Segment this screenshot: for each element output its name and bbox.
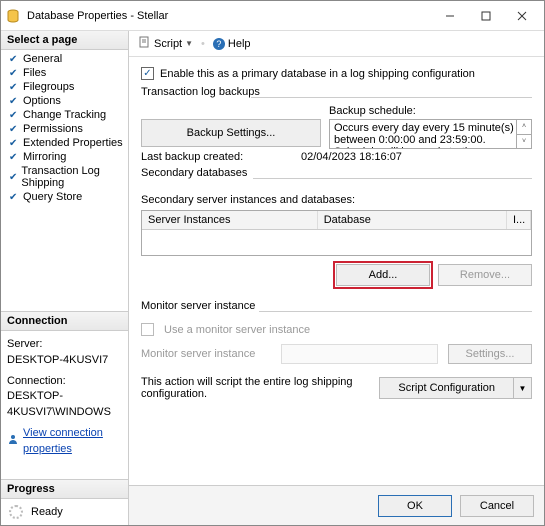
page-options[interactable]: ✔Options (1, 94, 128, 108)
help-icon: ? (213, 38, 225, 50)
help-button[interactable]: ? Help (209, 36, 255, 52)
page-change-tracking[interactable]: ✔Change Tracking (1, 108, 128, 122)
page-files[interactable]: ✔Files (1, 66, 128, 80)
connection-header: Connection (1, 312, 128, 331)
person-icon (7, 433, 19, 450)
sidebar: Select a page ✔General ✔Files ✔Filegroup… (1, 31, 129, 525)
grid-col-database[interactable]: Database (318, 211, 507, 229)
connection-label: Connection: (7, 374, 122, 389)
page-transaction-log-shipping[interactable]: ✔Transaction Log Shipping (1, 164, 128, 190)
db-icon (5, 8, 21, 24)
script-note: This action will script the entire log s… (141, 376, 379, 400)
remove-button: Remove... (438, 264, 532, 286)
page-extended-properties[interactable]: ✔Extended Properties (1, 136, 128, 150)
page-general[interactable]: ✔General (1, 52, 128, 66)
schedule-spinner[interactable]: ˄˅ (516, 120, 531, 148)
view-connection-properties-link[interactable]: View connection properties (23, 426, 122, 457)
monitor-instance-label: Monitor server instance (141, 348, 271, 360)
server-value: DESKTOP-4KUSVI7 (7, 353, 122, 368)
enable-primary-checkbox[interactable] (141, 67, 154, 80)
titlebar: Database Properties - Stellar (1, 1, 544, 31)
toolbar: Script ▼ • ? Help (129, 31, 544, 57)
use-monitor-checkbox[interactable] (141, 323, 154, 336)
page-filegroups[interactable]: ✔Filegroups (1, 80, 128, 94)
chevron-down-icon: ▼ (185, 39, 193, 48)
grid-col-server[interactable]: Server Instances (142, 211, 318, 229)
add-button[interactable]: Add... (336, 264, 430, 286)
backup-schedule-desc: Occurs every day every 15 minute(s) betw… (329, 119, 532, 149)
backup-schedule-label: Backup schedule: (329, 105, 532, 117)
grid-col-last[interactable]: I... (507, 211, 531, 229)
server-label: Server: (7, 337, 122, 352)
secondary-instances-label: Secondary server instances and databases… (141, 194, 532, 206)
pages-list: ✔General ✔Files ✔Filegroups ✔Options ✔Ch… (1, 50, 128, 210)
settings-button: Settings... (448, 344, 532, 364)
page-query-store[interactable]: ✔Query Store (1, 190, 128, 204)
maximize-button[interactable] (468, 2, 504, 30)
close-button[interactable] (504, 2, 540, 30)
minimize-button[interactable] (432, 2, 468, 30)
connection-value: DESKTOP-4KUSVI7\WINDOWS (7, 389, 122, 420)
monitor-instance-input (281, 344, 438, 364)
cancel-button[interactable]: Cancel (460, 495, 534, 517)
last-backup-label: Last backup created: (141, 151, 301, 163)
page-mirroring[interactable]: ✔Mirroring (1, 150, 128, 164)
script-icon (139, 36, 151, 51)
progress-header: Progress (1, 480, 128, 499)
secondary-grid[interactable]: Server Instances Database I... (141, 210, 532, 256)
use-monitor-label: Use a monitor server instance (164, 324, 310, 336)
footer: OK Cancel (129, 485, 544, 525)
progress-spinner-icon (9, 505, 23, 519)
last-backup-value: 02/04/2023 18:16:07 (301, 151, 402, 163)
window: Database Properties - Stellar Select a p… (0, 0, 545, 526)
progress-status: Ready (31, 506, 63, 518)
select-page-header: Select a page (1, 31, 128, 50)
main-panel: Script ▼ • ? Help Enable this as a prima… (129, 31, 544, 525)
chevron-down-icon[interactable]: ▼ (513, 378, 531, 398)
window-title: Database Properties - Stellar (27, 10, 432, 22)
page-permissions[interactable]: ✔Permissions (1, 122, 128, 136)
script-configuration-button[interactable]: Script Configuration ▼ (379, 377, 532, 399)
enable-primary-label: Enable this as a primary database in a l… (160, 68, 475, 80)
ok-button[interactable]: OK (378, 495, 452, 517)
script-button[interactable]: Script ▼ (135, 34, 197, 53)
backup-settings-button[interactable]: Backup Settings... (141, 119, 321, 147)
